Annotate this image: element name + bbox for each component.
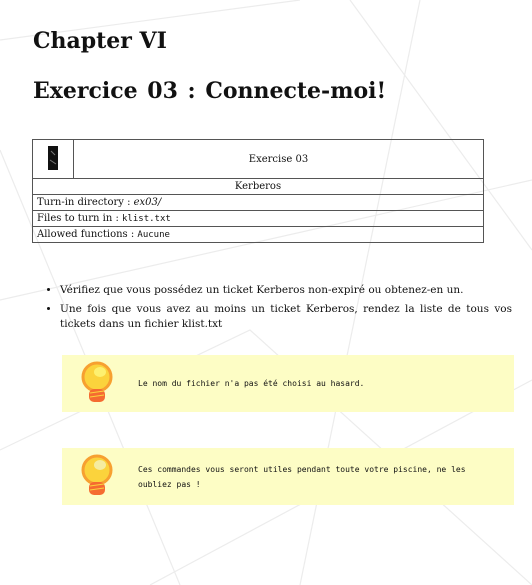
list-item: Une fois que vous avez au moins un ticke… xyxy=(60,302,512,332)
list-item: Vérifiez que vous possédez un ticket Ker… xyxy=(60,283,512,298)
files-label: Files to turn in : xyxy=(37,213,123,224)
files-value: klist.txt xyxy=(122,214,171,224)
hint-text: Ces commandes vous seront utiles pendant… xyxy=(138,464,466,489)
exercise-header-table: Exercise 03 Kerberos Turn-in directory :… xyxy=(32,139,484,243)
chapter-heading: Chapter VI xyxy=(33,28,167,54)
exercise-topic: Kerberos xyxy=(32,178,484,195)
instructions-list: Vérifiez que vous possédez un ticket Ker… xyxy=(34,283,512,336)
exercise-number: Exercise 03 xyxy=(73,139,484,179)
allowed-value: Aucune xyxy=(137,230,170,240)
lightbulb-icon xyxy=(81,361,113,402)
allowed-row: Allowed functions : Aucune xyxy=(32,226,484,243)
turn-in-label: Turn-in directory : xyxy=(37,197,134,208)
files-row: Files to turn in : klist.txt xyxy=(32,210,484,227)
hint-box: Le nom du fichier n'a pas été choisi au … xyxy=(62,355,514,412)
turn-in-row: Turn-in directory : ex03/ xyxy=(32,194,484,211)
exercise-title: Exercice 03 : Connecte-moi! xyxy=(33,78,387,104)
lightbulb-icon xyxy=(81,454,113,495)
hint-box: Ces commandes vous seront utiles pendant… xyxy=(62,448,514,505)
allowed-label: Allowed functions : xyxy=(37,229,138,240)
turn-in-value: ex03/ xyxy=(133,197,162,208)
hint-text: Le nom du fichier n'a pas été choisi au … xyxy=(138,379,365,388)
logo-cell xyxy=(32,139,74,179)
logo-icon xyxy=(48,145,58,170)
